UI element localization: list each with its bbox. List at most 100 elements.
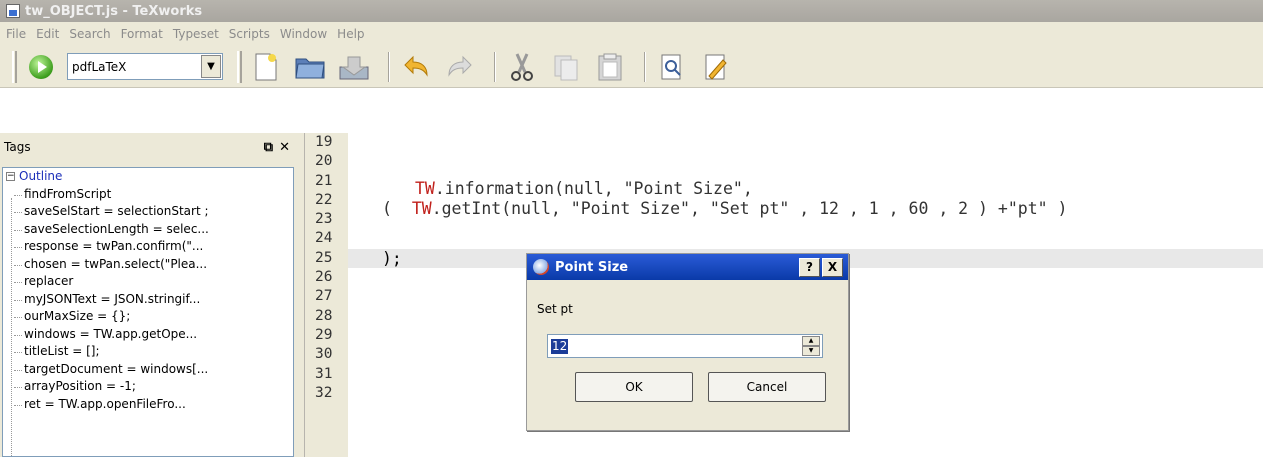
redo-icon [448,55,472,77]
tags-panel-title: Tags [4,140,31,154]
spin-up-icon[interactable]: ▲ [802,336,820,346]
window-titlebar: tw_OBJECT.js - TeXworks [0,0,1263,22]
spin-down-icon[interactable]: ▼ [802,346,820,356]
point-size-dialog: Point Size ? X Set pt 12 ▲ ▼ OK Cancel [526,253,849,431]
find-icon [661,54,681,79]
replace-icon [705,54,727,80]
paste-button[interactable] [592,50,628,84]
dialog-app-icon [533,259,549,275]
save-icon [339,56,369,79]
menu-search[interactable]: Search [69,27,110,41]
code-token-call: .information(null, "Point Size", [434,179,753,198]
tree-item[interactable]: ret = TW.app.openFileFro... [6,396,293,414]
tree-item[interactable]: saveSelectionLength = selec... [6,221,293,239]
code-token-call: .getInt(null, "Point Size", "Set pt" , 1… [431,199,1068,218]
tree-root-outline[interactable]: − Outline [6,168,293,186]
ok-button[interactable]: OK [575,372,693,402]
menu-scripts[interactable]: Scripts [229,27,270,41]
line-number: 30 [315,346,333,363]
cancel-button[interactable]: Cancel [708,372,826,402]
dialog-title: Point Size [555,259,629,275]
cut-button[interactable] [504,50,540,84]
point-size-spinbox[interactable]: 12 ▲ ▼ [547,334,823,358]
open-button[interactable] [292,50,328,84]
line-number: 19 [315,134,333,150]
tree-item[interactable]: replacer [6,273,293,291]
code-token-object: TW [415,179,435,198]
code-line-24: ); [382,249,402,268]
engine-select[interactable]: pdfLaTeX ▼ [67,53,223,80]
line-number: 29 [315,326,333,343]
paste-icon [598,53,622,80]
help-button[interactable]: ? [799,257,820,277]
code-token-object: TW [411,199,432,218]
tree-item[interactable]: chosen = twPan.select("Plea... [6,256,293,274]
window-title: tw_OBJECT.js - TeXworks [25,3,203,19]
redo-button[interactable] [442,50,478,84]
tree-item[interactable]: arrayPosition = -1; [6,378,293,396]
main-toolbar: pdfLaTeX ▼ [0,46,1263,88]
tree-item[interactable]: findFromScript [6,186,293,204]
toolbar-separator [644,51,646,82]
code-line-22: ( TW.getInt(null, "Point Size", "Set pt"… [382,199,1067,218]
tree-item[interactable]: titleList = []; [6,343,293,361]
tree-item[interactable]: ourMaxSize = {}; [6,308,293,326]
menu-edit[interactable]: Edit [36,27,59,41]
menu-typeset[interactable]: Typeset [173,27,219,41]
code-token-paren: ( [382,199,412,218]
line-number: 25 [315,249,333,266]
open-folder-icon [295,58,325,78]
tree-item[interactable]: response = twPan.confirm("... [6,238,293,256]
line-number: 32 [315,384,333,401]
tree-item[interactable]: saveSelStart = selectionStart ; [6,203,293,221]
toolbar-grip-2[interactable] [237,50,242,83]
tree-item[interactable]: windows = TW.app.getOpe... [6,326,293,344]
tree-root-label: Outline [19,169,63,183]
new-document-icon [255,53,277,80]
line-number-gutter: 19 20 21 22 23 24 25 26 27 28 29 30 31 3… [304,133,348,457]
new-document-button[interactable] [248,50,284,84]
line-number: 24 [315,230,333,247]
typeset-button[interactable] [23,50,59,84]
cut-icon [511,52,533,81]
code-line-21: TW.information(null, "Point Size", [415,179,753,198]
close-button[interactable]: X [822,257,843,277]
undo-button[interactable] [398,50,434,84]
toolbar-grip[interactable] [12,50,17,83]
dialog-titlebar: Point Size ? X [527,254,848,280]
engine-select-value: pdfLaTeX [72,59,127,74]
line-number: 20 [315,153,333,170]
toolbar-separator [388,51,390,82]
copy-button[interactable] [548,50,584,84]
line-number: 21 [315,172,333,189]
menu-format[interactable]: Format [121,27,163,41]
menu-help[interactable]: Help [337,27,364,41]
toolbar-separator [494,51,496,82]
tree-item[interactable]: myJSONText = JSON.stringif... [6,291,293,309]
menu-bar: File Edit Search Format Typeset Scripts … [0,22,1263,46]
close-icon[interactable]: ✕ [279,140,290,155]
tree-item[interactable]: targetDocument = windows[... [6,361,293,379]
spinbox-value: 12 [551,338,569,354]
line-number: 22 [315,191,333,208]
menu-window[interactable]: Window [280,27,327,41]
collapse-icon[interactable]: − [6,172,15,182]
replace-button[interactable] [698,50,734,84]
panel-splitter[interactable] [296,133,304,457]
menu-file[interactable]: File [6,27,26,41]
chevron-down-icon[interactable]: ▼ [201,55,221,78]
line-number: 31 [315,365,333,382]
tags-panel-header: Tags ⧉ ✕ [0,137,296,157]
outline-tree[interactable]: − Outline findFromScript saveSelStart = … [2,167,294,457]
undo-icon [404,55,428,77]
typeset-run-icon [29,54,53,79]
set-pt-label: Set pt [537,302,573,316]
float-panel-icon[interactable]: ⧉ [264,140,273,155]
texworks-app-icon [6,4,20,18]
save-button[interactable] [336,50,372,84]
copy-icon [554,55,578,80]
find-button[interactable] [654,50,690,84]
line-number: 23 [315,211,333,228]
line-number: 26 [315,269,333,286]
tags-panel: Tags ⧉ ✕ − Outline findFromScript saveSe… [0,133,296,457]
